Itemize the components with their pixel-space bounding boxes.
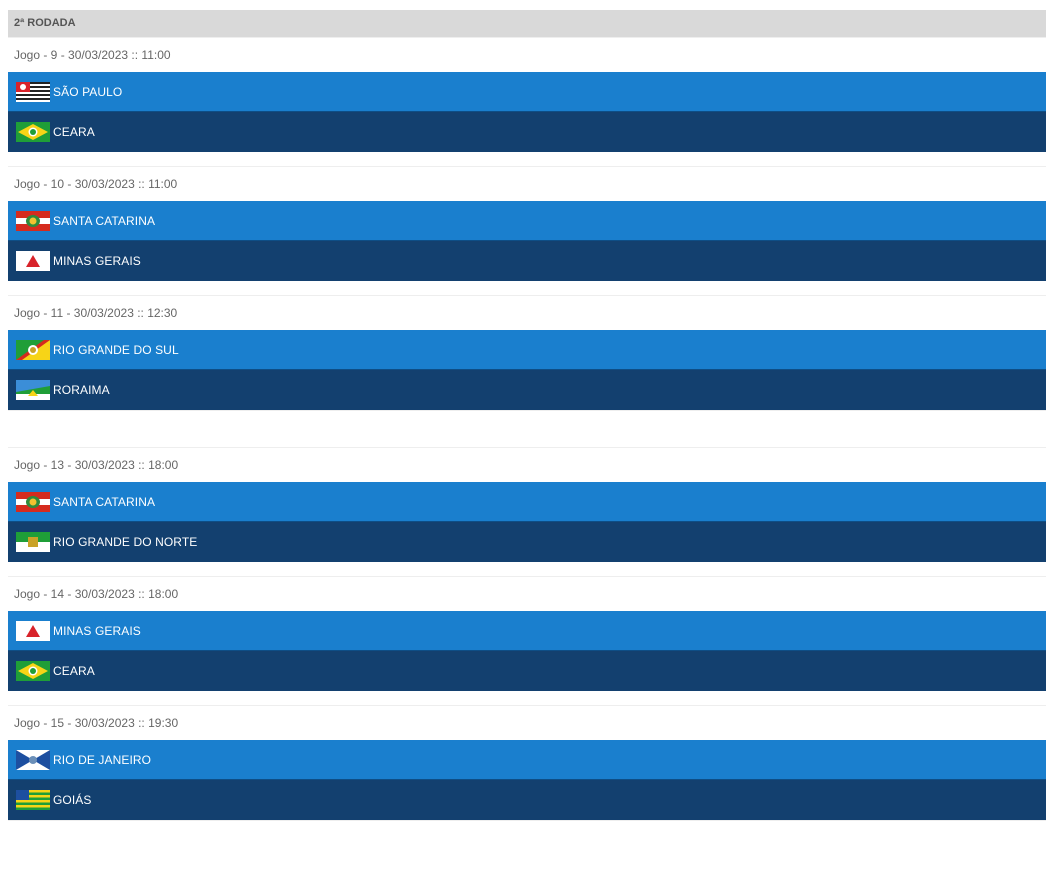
game-card-faded <box>8 820 1046 839</box>
team-name: RIO GRANDE DO SUL <box>53 342 179 357</box>
team-row-away[interactable]: RORAIMA <box>8 370 1046 410</box>
team-name: RIO DE JANEIRO <box>53 752 152 767</box>
team-row-away[interactable]: RIO GRANDE DO NORTE <box>8 522 1046 562</box>
team-row-home[interactable]: MINAS GERAIS <box>8 611 1046 651</box>
game-card: Jogo - 9 - 30/03/2023 :: 11:00 SÃO PAULO <box>8 37 1046 166</box>
team-row-away[interactable]: CEARA <box>8 112 1046 152</box>
santa-catarina-flag-icon <box>16 210 50 231</box>
minas-gerais-flag-icon <box>16 620 50 641</box>
rio-grande-do-sul-flag-icon <box>16 339 50 360</box>
goias-flag-icon <box>16 790 50 810</box>
game-card: Jogo - 15 - 30/03/2023 :: 19:30 RIO DE J… <box>8 705 1046 820</box>
minas-gerais-flag-icon <box>16 251 50 271</box>
team-name: SANTA CATARINA <box>53 213 156 228</box>
team-row-home[interactable]: SÃO PAULO <box>8 72 1046 112</box>
round-header: 2ª RODADA <box>8 10 1046 37</box>
team-row-home[interactable]: SANTA CATARINA <box>8 482 1046 522</box>
round-panel: 2ª RODADA Jogo - 9 - 30/03/2023 :: 11:00… <box>8 10 1046 839</box>
team-row-home[interactable]: RIO DE JANEIRO <box>8 740 1046 780</box>
game-title: Jogo - 14 - 30/03/2023 :: 18:00 <box>8 577 1046 611</box>
game-card-faded <box>8 410 1046 447</box>
team-name: GOIÁS <box>53 793 92 807</box>
game-title: Jogo - 13 - 30/03/2023 :: 18:00 <box>8 448 1046 482</box>
team-row-home[interactable]: RIO GRANDE DO SUL <box>8 330 1046 370</box>
ceara-flag-icon <box>16 661 50 681</box>
team-name: RORAIMA <box>53 383 110 397</box>
team-name: MINAS GERAIS <box>53 623 141 638</box>
game-card: Jogo - 10 - 30/03/2023 :: 11:00 SANTA CA… <box>8 166 1046 295</box>
game-card: Jogo - 14 - 30/03/2023 :: 18:00 MINAS GE… <box>8 576 1046 705</box>
ceara-flag-icon <box>16 122 50 142</box>
team-name: CEARA <box>53 664 95 678</box>
rio-de-janeiro-flag-icon <box>16 749 50 770</box>
team-name: RIO GRANDE DO NORTE <box>53 535 198 549</box>
team-name: CEARA <box>53 125 95 139</box>
roraima-flag-icon <box>16 380 50 400</box>
team-name: SÃO PAULO <box>53 84 123 99</box>
team-row-away[interactable]: CEARA <box>8 651 1046 691</box>
game-title: Jogo - 10 - 30/03/2023 :: 11:00 <box>8 167 1046 201</box>
team-name: SANTA CATARINA <box>53 494 156 509</box>
game-title: Jogo - 11 - 30/03/2023 :: 12:30 <box>8 296 1046 330</box>
rio-grande-do-norte-flag-icon <box>16 532 50 552</box>
game-card: Jogo - 11 - 30/03/2023 :: 12:30 RIO GRAN… <box>8 295 1046 410</box>
game-title: Jogo - 15 - 30/03/2023 :: 19:30 <box>8 706 1046 740</box>
game-title: Jogo - 9 - 30/03/2023 :: 11:00 <box>8 38 1046 72</box>
game-card: Jogo - 13 - 30/03/2023 :: 18:00 SANTA CA… <box>8 447 1046 576</box>
team-row-home[interactable]: SANTA CATARINA <box>8 201 1046 241</box>
sao-paulo-flag-icon <box>16 81 50 102</box>
team-row-away[interactable]: GOIÁS <box>8 780 1046 820</box>
game-title-faded <box>8 411 1046 447</box>
team-row-away[interactable]: MINAS GERAIS <box>8 241 1046 281</box>
santa-catarina-flag-icon <box>16 491 50 512</box>
game-title-faded <box>8 821 1046 839</box>
team-name: MINAS GERAIS <box>53 254 141 268</box>
